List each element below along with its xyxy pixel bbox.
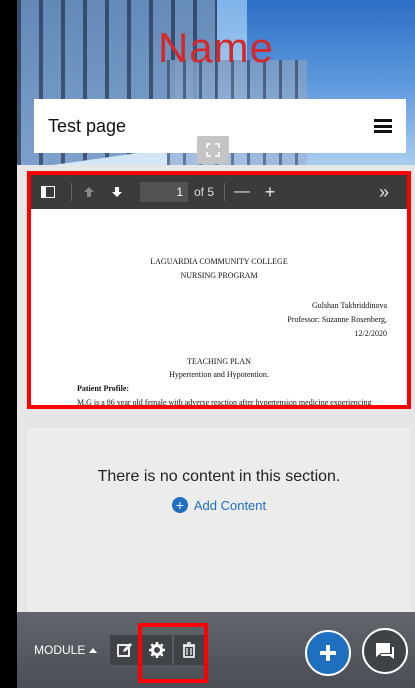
more-tools-button[interactable]: » — [373, 181, 395, 203]
add-content-label: Add Content — [193, 497, 267, 513]
empty-section-message: There is no content in this section. — [97, 468, 341, 485]
document-line: TEACHING PLAN — [187, 357, 251, 366]
page-count: of 5 — [194, 185, 215, 199]
chat-button[interactable] — [362, 628, 408, 674]
toolbar-divider — [71, 183, 72, 201]
document-line: 12/2/2020 — [354, 329, 387, 338]
next-page-icon[interactable] — [106, 181, 128, 203]
document-line: Hypertention and Hypotention. — [169, 370, 269, 379]
document-line: Professor: Suzanne Rosenberg, — [287, 315, 387, 324]
empty-section: There is no content in this section. + A… — [27, 428, 411, 613]
page-number-input[interactable]: 1 — [140, 182, 188, 202]
document-line: Gulshan Takhriddinova — [311, 301, 387, 310]
module-actions — [110, 635, 206, 665]
page: Name Test page 1 of 5 — + » LAGUARDIA CO… — [17, 0, 415, 688]
document-line: LAGUARDIA COMMUNITY COLLEGE — [150, 257, 288, 266]
plus-circle-icon: + — [171, 497, 188, 513]
document-line: NURSING PROGRAM — [180, 271, 258, 280]
pdf-page: LAGUARDIA COMMUNITY COLLEGE NURSING PROG… — [31, 209, 407, 407]
trash-icon — [183, 642, 196, 658]
document-line: Patient Profile: — [77, 384, 130, 393]
module-label: MODULE — [34, 643, 86, 657]
edit-icon — [117, 643, 133, 657]
add-module-button[interactable] — [305, 630, 351, 676]
page-title: Test page — [48, 115, 127, 136]
site-name: Name — [157, 24, 275, 71]
add-content-link[interactable]: + Add Content — [27, 497, 411, 513]
previous-page-icon[interactable] — [78, 181, 100, 203]
pdf-toolbar: 1 of 5 — + » — [31, 175, 407, 209]
menu-icon[interactable] — [374, 119, 392, 133]
sidebar-toggle-icon[interactable] — [37, 181, 59, 203]
toolbar-divider — [224, 183, 226, 201]
expand-icon[interactable] — [197, 136, 229, 164]
zoom-out-button[interactable]: — — [231, 181, 253, 203]
settings-button[interactable] — [142, 635, 173, 665]
zoom-in-button[interactable]: + — [259, 181, 281, 203]
caret-up-icon — [89, 647, 98, 653]
delete-button[interactable] — [174, 635, 205, 665]
gear-icon — [149, 642, 166, 658]
module-menu-button[interactable]: MODULE — [34, 643, 98, 657]
edit-button[interactable] — [110, 635, 141, 665]
module-toolbar: MODULE — [17, 612, 415, 688]
chat-icon — [376, 643, 394, 659]
plus-icon — [320, 645, 336, 661]
pdf-viewer[interactable]: 1 of 5 — + » LAGUARDIA COMMUNITY COLLEGE… — [27, 171, 411, 409]
document-line: M.G is a 86 year old female with adverse… — [77, 398, 372, 407]
